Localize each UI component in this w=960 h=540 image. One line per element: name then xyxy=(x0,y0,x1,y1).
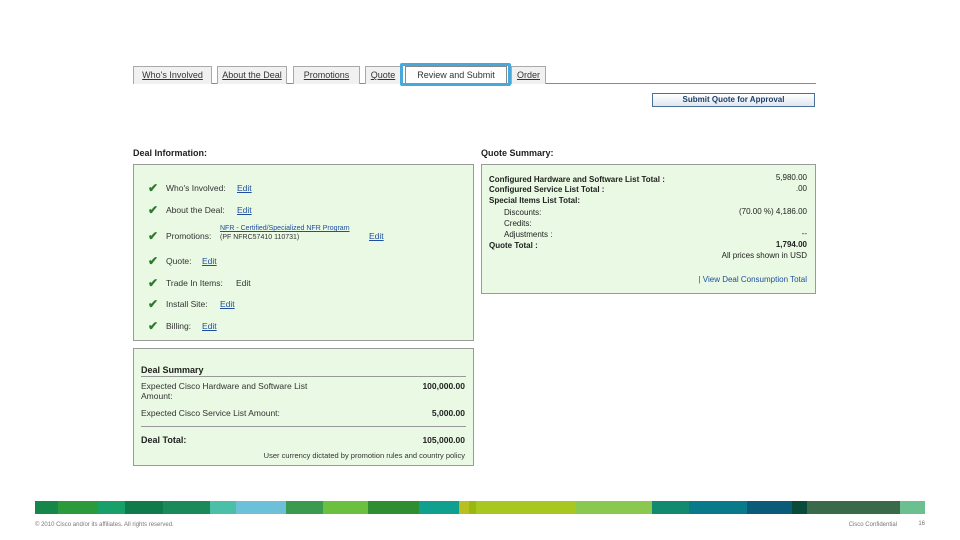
active-tab-highlight xyxy=(400,63,511,86)
color-bar-segment xyxy=(323,501,369,514)
service-amount-value: 5,000.00 xyxy=(431,408,465,418)
deal-info-row: ✔ Quote: Edit xyxy=(134,254,473,268)
deal-info-row: ✔ Billing: Edit xyxy=(134,319,473,333)
color-bar-segment xyxy=(458,501,469,514)
color-bar-segment xyxy=(689,501,747,514)
hw-sw-amount-label: Expected Cisco Hardware and Software Lis… xyxy=(141,381,308,401)
promotion-details: NFR - Certified/Specialized NFR Program … xyxy=(220,224,350,242)
color-bar-segment xyxy=(35,501,58,514)
row-label: Promotions: xyxy=(166,231,212,241)
edit-trade-in-items-link[interactable]: Edit xyxy=(236,276,251,290)
hw-sw-amount-value: 100,000.00 xyxy=(422,381,465,391)
adjustments-value: -- xyxy=(801,229,807,238)
submit-quote-button[interactable]: Submit Quote for Approval xyxy=(652,93,815,107)
deal-info-row: ✔ Who's Involved: Edit xyxy=(134,181,473,195)
deal-information-heading: Deal Information: xyxy=(133,148,208,158)
deal-info-row: ✔ Install Site: Edit xyxy=(134,297,473,311)
check-icon: ✔ xyxy=(148,203,159,217)
currency-policy-note: User currency dictated by promotion rule… xyxy=(263,451,465,460)
tab-order[interactable]: Order xyxy=(511,66,546,84)
color-bar-segment xyxy=(418,501,459,514)
deal-info-row: ✔ About the Deal: Edit xyxy=(134,203,473,217)
edit-whos-involved-link[interactable]: Edit xyxy=(237,181,252,195)
color-bar-segment xyxy=(162,501,211,514)
special-items-label: Special Items List Total: xyxy=(489,196,580,205)
discounts-value: (70.00 %) 4,186.00 xyxy=(738,207,807,216)
color-bar-segment xyxy=(476,501,577,514)
row-label: Trade In Items: xyxy=(166,278,223,288)
color-bar-segment xyxy=(468,501,477,514)
color-bar-segment xyxy=(57,501,98,514)
quote-summary-heading: Quote Summary: xyxy=(481,148,554,158)
color-bar-segment xyxy=(235,501,286,514)
quote-total-value: 1,794.00 xyxy=(775,240,807,249)
deal-total-label: Deal Total: xyxy=(141,435,187,445)
deal-summary-panel: Deal Summary Expected Cisco Hardware and… xyxy=(133,348,474,466)
color-bar-segment xyxy=(125,501,163,514)
config-hw-sw-label: Configured Hardware and Software List To… xyxy=(489,175,665,184)
check-icon: ✔ xyxy=(148,297,159,311)
deal-info-row: ✔ Trade In Items: Edit xyxy=(134,276,473,290)
adjustments-label: Adjustments : xyxy=(504,230,553,239)
view-deal-consumption-link[interactable]: | View Deal Consumption Total xyxy=(698,275,807,284)
config-service-label: Configured Service List Total : xyxy=(489,185,605,194)
quote-total-label: Quote Total : xyxy=(489,241,538,250)
quote-summary-panel: Configured Hardware and Software List To… xyxy=(481,164,816,294)
color-bar-segment xyxy=(651,501,690,514)
row-label: About the Deal: xyxy=(166,205,225,215)
deal-info-row: ✔ Promotions: NFR - Certified/Specialize… xyxy=(134,225,473,243)
page-number: 16 xyxy=(918,521,925,527)
check-icon: ✔ xyxy=(148,276,159,290)
service-amount-label: Expected Cisco Service List Amount: xyxy=(141,408,280,418)
config-hw-sw-value: 5,980.00 xyxy=(775,173,807,182)
divider xyxy=(141,426,466,427)
color-bar-segment xyxy=(746,501,793,514)
edit-quote-link[interactable]: Edit xyxy=(202,254,217,268)
deal-information-panel: ✔ Who's Involved: Edit ✔ About the Deal:… xyxy=(133,164,474,341)
color-bar-segment xyxy=(368,501,419,514)
check-icon: ✔ xyxy=(148,319,159,333)
row-label: Install Site: xyxy=(166,299,208,309)
check-icon: ✔ xyxy=(148,181,159,195)
footer-color-bar xyxy=(35,501,925,514)
tab-about-the-deal[interactable]: About the Deal xyxy=(217,66,287,84)
color-bar-segment xyxy=(285,501,324,514)
discounts-label: Discounts: xyxy=(504,208,542,217)
tab-quote[interactable]: Quote xyxy=(365,66,401,84)
promotion-name-link[interactable]: NFR - Certified/Specialized NFR Program xyxy=(220,224,350,233)
promotion-code: (PF NFRC57410 110731) xyxy=(220,234,300,241)
deal-summary-title: Deal Summary xyxy=(141,365,204,375)
color-bar-segment xyxy=(807,501,900,514)
color-bar-segment xyxy=(899,501,925,514)
color-bar-segment xyxy=(792,501,808,514)
divider xyxy=(141,376,466,377)
deal-total-value: 105,000.00 xyxy=(422,435,465,445)
edit-about-the-deal-link[interactable]: Edit xyxy=(237,203,252,217)
check-icon: ✔ xyxy=(148,254,159,268)
confidential-label: Cisco Confidential xyxy=(848,522,897,528)
edit-promotions-link[interactable]: Edit xyxy=(369,229,384,243)
edit-install-site-link[interactable]: Edit xyxy=(220,297,235,311)
edit-billing-link[interactable]: Edit xyxy=(202,319,217,333)
tab-whos-involved[interactable]: Who's Involved xyxy=(133,66,212,84)
check-icon: ✔ xyxy=(148,229,159,243)
tab-promotions[interactable]: Promotions xyxy=(293,66,360,84)
config-service-value: .00 xyxy=(795,184,807,193)
row-label: Quote: xyxy=(166,256,192,266)
color-bar-segment xyxy=(97,501,126,514)
row-label: Who's Involved: xyxy=(166,183,226,193)
color-bar-segment xyxy=(576,501,652,514)
credits-label: Credits: xyxy=(504,219,532,228)
color-bar-segment xyxy=(210,501,236,514)
row-label: Billing: xyxy=(166,321,192,331)
currency-note: All prices shown in USD xyxy=(721,251,807,260)
copyright-text: © 2010 Cisco and/or its affiliates. All … xyxy=(35,522,174,528)
